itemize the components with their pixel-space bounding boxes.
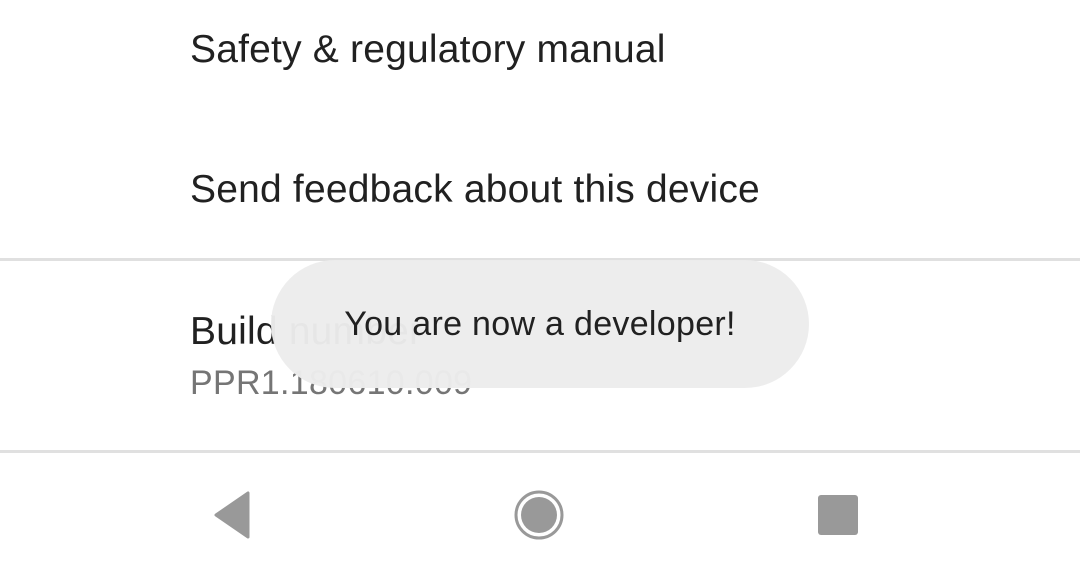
settings-item-title: Send feedback about this device [190,168,760,211]
back-icon [214,491,250,539]
home-button[interactable] [479,453,599,577]
settings-item-title: Safety & regulatory manual [190,28,666,71]
toast-message: You are now a developer! [344,304,736,343]
toast-notification: You are now a developer! [271,260,809,388]
back-button[interactable] [178,453,298,577]
recents-button[interactable] [778,453,898,577]
settings-item-safety-regulatory-manual[interactable]: Safety & regulatory manual [0,0,1080,120]
settings-screen: Safety & regulatory manual Send feedback… [0,0,1080,577]
home-icon [514,490,564,540]
settings-item-send-feedback[interactable]: Send feedback about this device [0,120,1080,260]
recents-icon [818,495,858,535]
navigation-bar [0,453,1080,577]
